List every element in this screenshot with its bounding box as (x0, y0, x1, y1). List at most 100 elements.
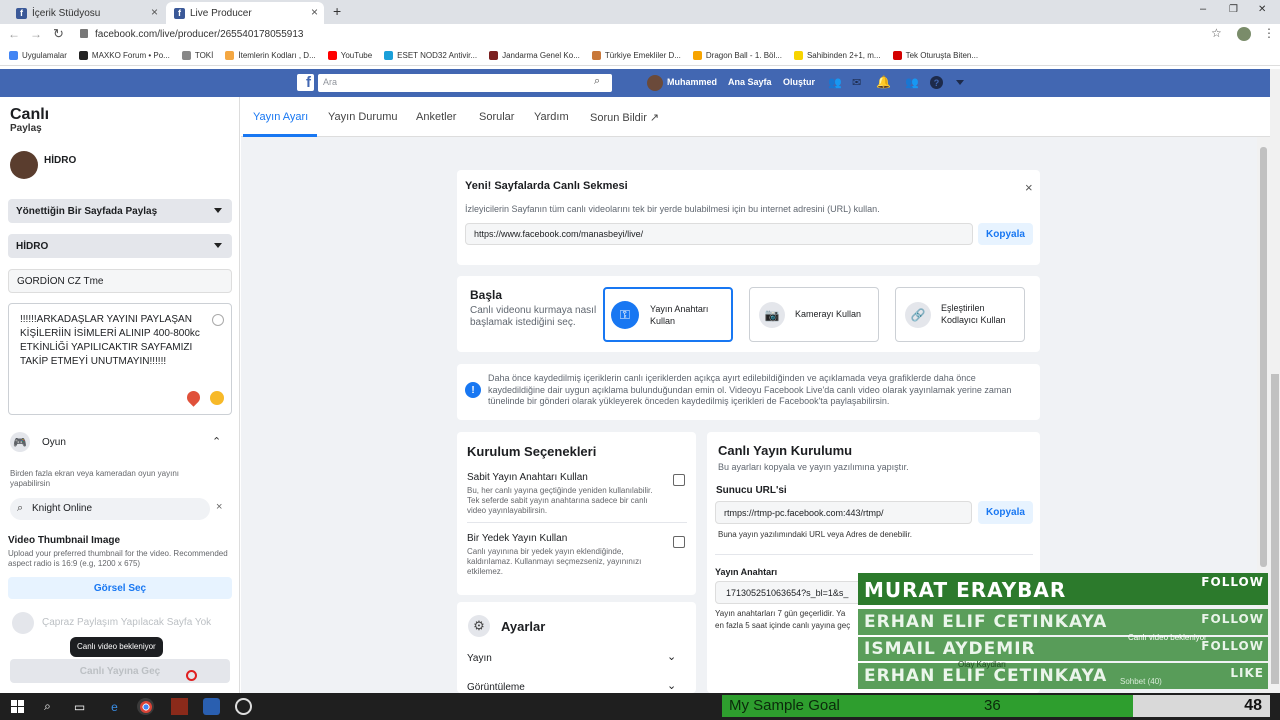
account-menu-caret-icon[interactable] (956, 80, 964, 85)
page-select-dropdown[interactable]: HİDRO (8, 234, 232, 258)
goal-target: 48 (1244, 697, 1262, 714)
fb-search-input[interactable]: Ara ⌕ (318, 74, 612, 92)
location-pin-icon[interactable] (184, 388, 203, 407)
sahibinden-icon (793, 51, 803, 60)
use-stream-key-option[interactable]: ⚿ Yayın Anahtarı Kullan (603, 287, 733, 342)
dropdown-label: Yönettiğin Bir Sayfada Paylaş (16, 205, 158, 217)
search-icon[interactable]: ⌕ (594, 75, 600, 88)
bookmark-item[interactable]: Sahibinden 2+1, m... (793, 51, 881, 60)
close-icon[interactable]: × (1025, 180, 1033, 195)
create-link[interactable]: Oluştur (783, 77, 815, 87)
tab-questions[interactable]: Sorular (479, 111, 514, 123)
bookmark-item[interactable]: Dragon Ball - 1. Böl... (692, 51, 782, 60)
tab-label: İçerik Stüdyosu (32, 7, 101, 19)
bookmark-item[interactable]: TOKİ (181, 51, 213, 60)
server-url-field[interactable]: rtmps://rtmp-pc.facebook.com:443/rtmp/ (715, 501, 972, 524)
chevron-down-icon[interactable]: ⌄ (667, 679, 676, 692)
gear-icon: ⚙ (468, 615, 490, 637)
back-arrow-icon[interactable]: ← (8, 27, 20, 41)
facebook-favicon-icon: f (16, 7, 27, 19)
task-view-icon[interactable]: ▭ (71, 698, 88, 715)
choose-thumbnail-button[interactable]: Görsel Seç (8, 577, 232, 599)
edge-browser-icon[interactable]: e (106, 698, 123, 715)
page-scrollbar-thumb[interactable] (1271, 374, 1279, 684)
share-destination-dropdown[interactable]: Yönettiğin Bir Sayfada Paylaş (8, 199, 232, 223)
game-controller-icon: 🎮 (10, 432, 30, 452)
clear-game-icon[interactable]: × (216, 501, 222, 513)
alert-name: MURAT ERAYBAR (864, 578, 1067, 602)
bookmark-item[interactable]: MAXKO Forum • Po... (78, 51, 170, 60)
notifications-bell-icon[interactable]: 🔔 (876, 75, 891, 89)
description-textarea[interactable]: !!!!!!ARKADAŞLAR YAYINI PAYLAŞAN KİŞİLER… (8, 303, 232, 415)
backup-stream-checkbox[interactable] (673, 536, 685, 548)
live-tab-text: İzleyicilerin Sayfanın tüm canlı videola… (465, 204, 880, 214)
settings-item-display[interactable]: Görüntüleme (467, 682, 525, 693)
bookmark-item[interactable]: Tek Oturuşta Biten... (892, 51, 978, 60)
home-link[interactable]: Ana Sayfa (728, 77, 772, 87)
user-name-link[interactable]: Muhammed (667, 77, 717, 87)
feeling-emoji-icon[interactable] (210, 391, 224, 405)
bookmark-item[interactable]: Uygulamalar (9, 51, 67, 60)
dragon-ball-icon (692, 51, 702, 60)
bookmark-item[interactable]: İtemlerin Kodları , D... (225, 51, 316, 60)
forward-arrow-icon[interactable]: → (30, 27, 42, 41)
reload-icon[interactable]: ↻ (53, 26, 64, 42)
bookmark-item[interactable]: ESET NOD32 Antivir... (384, 51, 477, 60)
bookmark-star-icon[interactable]: ☆ (1211, 26, 1222, 40)
game-help-text: Birden fazla ekran veya kameradan oyun y… (10, 469, 179, 488)
messenger-icon[interactable]: ✉ (852, 76, 861, 89)
game-search-input[interactable]: ⌕ Knight Online (10, 498, 210, 520)
tab-stream-setup[interactable]: Yayın Ayarı (253, 111, 308, 123)
goal-bar: My Sample Goal 36 48 (722, 695, 1270, 717)
page-scrollbar[interactable] (1270, 69, 1280, 693)
bookmark-item[interactable]: Türkiye Emekliler D... (591, 51, 681, 60)
menu-dots-icon[interactable]: ⋮ (1263, 26, 1275, 40)
facebook-logo[interactable]: f (297, 74, 314, 91)
facebook-favicon-icon: f (174, 7, 185, 19)
user-avatar[interactable] (647, 75, 663, 91)
emoji-outline-icon[interactable] (212, 314, 224, 326)
setup-option-desc: Canlı yayınına bir yedek yayın eklendiği… (467, 547, 642, 576)
knight-online-icon[interactable] (171, 698, 188, 715)
browser-tab-live-producer[interactable]: f Live Producer × (166, 2, 324, 24)
description-text: !!!!!!ARKADAŞLAR YAYINI PAYLAŞAN KİŞİLER… (20, 314, 200, 367)
groups-icon[interactable]: 👥 (905, 76, 919, 89)
bookmark-item[interactable]: Jandarma Genel Ko... (489, 51, 580, 60)
paired-encoder-option[interactable]: 🔗 Eşleştirilen Kodlayıcı Kullan (895, 287, 1025, 342)
copy-server-url-button[interactable]: Kopyala (978, 501, 1033, 524)
obs-icon[interactable] (235, 698, 252, 715)
use-camera-option[interactable]: 📷 Kamerayı Kullan (749, 287, 879, 342)
go-live-button[interactable]: Canlı Yayına Geç (10, 659, 230, 683)
stream-title-input[interactable]: GORDİON CZ Tme (8, 269, 232, 293)
chevron-up-icon[interactable]: ⌃ (212, 435, 221, 448)
help-question-icon[interactable]: ? (930, 76, 943, 89)
bookmark-label: Jandarma Genel Ko... (502, 51, 580, 60)
stream-key-help-2: en fazla 5 saat içinde canlı yayına geç (715, 621, 851, 630)
close-tab-icon[interactable]: × (151, 5, 158, 19)
close-tab-icon[interactable]: × (311, 5, 318, 19)
chevron-down-icon[interactable]: ⌄ (667, 650, 676, 663)
settings-item-stream[interactable]: Yayın (467, 653, 492, 664)
copy-live-url-button[interactable]: Kopyala (978, 223, 1033, 245)
friends-icon[interactable]: 👥 (828, 76, 842, 89)
url-field[interactable]: facebook.com/live/producer/2655401780559… (95, 29, 304, 40)
address-bar-row: ← → ↻ facebook.com/live/producer/2655401… (0, 24, 1280, 46)
tab-help[interactable]: Yardım (534, 111, 569, 123)
new-tab-button[interactable]: + (333, 3, 341, 19)
windows-start-icon[interactable] (9, 698, 26, 715)
tab-report-problem[interactable]: Sorun Bildir ↗ (590, 111, 659, 124)
bookmark-item[interactable]: YouTube (327, 51, 372, 60)
profile-avatar[interactable] (1237, 27, 1251, 41)
search-icon[interactable]: ⌕ (39, 698, 56, 715)
tab-stream-status[interactable]: Yayın Durumu (328, 111, 398, 123)
chrome-browser-icon[interactable] (137, 698, 154, 715)
tab-polls[interactable]: Anketler (416, 111, 456, 123)
app-icon[interactable] (203, 698, 220, 715)
live-tab-url-field[interactable]: https://www.facebook.com/manasbeyi/live/ (465, 223, 973, 245)
close-window-button[interactable]: ✕ (1258, 4, 1266, 15)
browser-tab-studio[interactable]: f İçerik Stüdyosu × (8, 2, 164, 24)
restore-button[interactable]: ❐ (1229, 4, 1238, 15)
minimize-button[interactable]: – (1200, 3, 1206, 15)
persistent-key-checkbox[interactable] (673, 474, 685, 486)
main-scrollbar-thumb[interactable] (1260, 147, 1267, 567)
